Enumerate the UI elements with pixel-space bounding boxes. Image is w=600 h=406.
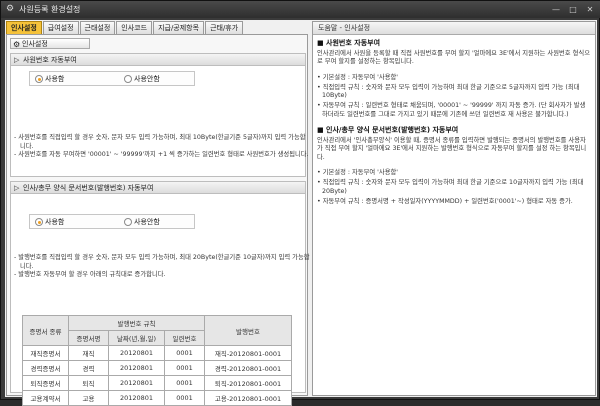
group-notes: - 사원번호를 직접입력 할 경우 숫자, 문자 모두 입력 가능하며, 최대 … bbox=[14, 134, 310, 160]
minimize-button[interactable]: — bbox=[549, 4, 563, 15]
cell-date: 20120801 bbox=[108, 375, 165, 391]
header-rule: 발행번호 규칙 bbox=[68, 315, 205, 331]
tab-hr-codes[interactable]: 인사코드 bbox=[116, 21, 153, 34]
radio-selected-icon[interactable] bbox=[35, 75, 43, 83]
cell-serial: 0001 bbox=[164, 390, 205, 406]
radio-no-use[interactable]: 사용안함 bbox=[124, 218, 160, 226]
cell-number: 경력-20120801-0001 bbox=[204, 360, 292, 376]
radio-label: 사용함 bbox=[45, 218, 65, 226]
radio-group: 사용함 사용안함 bbox=[29, 214, 195, 229]
help-content: ■ 사원번호 자동부여 인사관리에서 사원을 등록할 때 직접 사원번호를 부여… bbox=[317, 39, 591, 208]
help-bullet: • 자동부여 규칙 : 증명서명 + 작성일자(YYYYMMDD) + 일련번호… bbox=[317, 197, 573, 205]
note-line: - 발행번호를 직접입력 할 경우 숫자, 문자 모두 입력 가능하며, 최대 … bbox=[14, 254, 310, 270]
note-line: - 사원번호를 자동 부여하면 '00001' ~ '99999'까지 +1 씩… bbox=[14, 151, 309, 159]
tab-attendance-leave[interactable]: 근태/휴가 bbox=[205, 21, 244, 34]
help-section-title: ■ 사원번호 자동부여 bbox=[317, 39, 381, 47]
help-bullet: • 자동부여 규칙 : 일련번호 형태로 채움되며, '00001' ~ '99… bbox=[317, 102, 586, 118]
group-title: 인사/총무 양식 문서번호(발행번호) 자동부여 bbox=[23, 184, 154, 192]
table-row: 경력증명서 경력 20120801 0001 경력-20120801-0001 bbox=[22, 360, 292, 376]
cell-date: 20120801 bbox=[108, 360, 165, 376]
gear-icon: ⚙ bbox=[6, 4, 15, 14]
cell-number: 재직-20120801-0001 bbox=[204, 345, 292, 361]
document-number-rule-table: 증명서 종류 발행번호 규칙 발행번호 증명서명 날짜(년,월,일) 일련번호 … bbox=[22, 315, 292, 406]
note-line: - 발행번호 자동부여 할 경우 아래의 규칙대로 증가합니다. bbox=[14, 271, 166, 279]
tab-pay-deduction-items[interactable]: 지급/공제항목 bbox=[153, 21, 205, 34]
title-bar: ⚙ 사원등록 환경설정 — □ ✕ bbox=[1, 1, 600, 18]
header-kind: 증명서 종류 bbox=[22, 315, 69, 346]
tab-hr-settings[interactable]: 인사설정 bbox=[6, 21, 42, 34]
radio-use[interactable]: 사용함 bbox=[35, 218, 64, 226]
cell-short: 고용 bbox=[68, 390, 109, 406]
window-title: 사원등록 환경설정 bbox=[19, 5, 81, 14]
cell-short: 경력 bbox=[68, 360, 109, 376]
collapse-arrow-icon[interactable]: ▷ bbox=[14, 54, 19, 66]
radio-group: 사용함 사용안함 bbox=[29, 71, 195, 86]
employee-number-group: ▷ 사원번호 자동부여 사용함 사용안함 - 사원번호를 직접입력 할 경우 숫… bbox=[10, 53, 309, 177]
tab-bar: 인사설정 급여설정 근태설정 인사코드 지급/공제항목 근태/휴가 bbox=[6, 21, 244, 34]
radio-unselected-icon[interactable] bbox=[124, 218, 132, 226]
radio-selected-icon[interactable] bbox=[35, 218, 43, 226]
cell-short: 퇴직 bbox=[68, 375, 109, 391]
radio-no-use[interactable]: 사용안함 bbox=[124, 75, 160, 83]
cell-kind: 경력증명서 bbox=[22, 360, 69, 376]
tab-attendance-settings[interactable]: 근태설정 bbox=[79, 21, 116, 34]
help-paragraph: 인사관리에서 '인사총무양식' 이용할 때, 증명서 종류를 입력하면 발행되는… bbox=[317, 137, 587, 161]
radio-label: 사용안함 bbox=[134, 75, 160, 83]
section-header: ⚙ 인사설정 bbox=[10, 38, 90, 49]
collapse-arrow-icon[interactable]: ▷ bbox=[14, 182, 19, 194]
radio-use[interactable]: 사용함 bbox=[35, 75, 64, 83]
window-controls: — □ ✕ bbox=[549, 4, 597, 15]
tab-payroll-settings[interactable]: 급여설정 bbox=[42, 21, 79, 34]
table-row: 고용계약서 고용 20120801 0001 고용-20120801-0001 bbox=[22, 390, 292, 406]
cell-number: 고용-20120801-0001 bbox=[204, 390, 292, 406]
group-header[interactable]: ▷ 사원번호 자동부여 bbox=[11, 54, 305, 66]
cell-date: 20120801 bbox=[108, 345, 165, 361]
group-header[interactable]: ▷ 인사/총무 양식 문서번호(발행번호) 자동부여 bbox=[11, 182, 305, 194]
cell-date: 20120801 bbox=[108, 390, 165, 406]
help-bullet: • 기본설정 : 자동부여 '사용함' bbox=[317, 73, 399, 81]
table-row: 퇴직증명서 퇴직 20120801 0001 퇴직-20120801-0001 bbox=[22, 375, 292, 391]
header-serial: 일련번호 bbox=[164, 330, 205, 346]
section-title: 인사설정 bbox=[22, 40, 48, 48]
help-section-title: ■ 인사/총무 양식 문서번호(발행번호) 자동부여 bbox=[317, 126, 459, 135]
radio-label: 사용함 bbox=[45, 75, 65, 83]
window-body: 인사설정 급여설정 근태설정 인사코드 지급/공제항목 근태/휴가 ⚙ 인사설정… bbox=[5, 20, 597, 406]
cell-number: 퇴직-20120801-0001 bbox=[204, 375, 292, 391]
header-number: 발행번호 bbox=[204, 315, 292, 346]
help-bullet: • 직접입력 규칙 : 숫자와 문자 모두 입력이 가능하며 최대 한글 기준으… bbox=[317, 179, 584, 195]
help-bullet: • 직접입력 규칙 : 숫자와 문자 모두 입력이 가능하며 최대 한글 기준으… bbox=[317, 83, 580, 100]
group-title: 사원번호 자동부여 bbox=[23, 56, 77, 64]
settings-window: ⚙ 사원등록 환경설정 — □ ✕ 인사설정 급여설정 근태설정 인사코드 지급… bbox=[0, 0, 600, 406]
help-panel[interactable]: 도움말 - 인사설정 ■ 사원번호 자동부여 인사관리에서 사원을 등록할 때 … bbox=[312, 21, 596, 396]
help-bullet: • 기본설정 : 자동부여 '사용함' bbox=[317, 168, 399, 176]
table-row: 재직증명서 재직 20120801 0001 재직-20120801-0001 bbox=[22, 345, 292, 361]
cell-kind: 고용계약서 bbox=[22, 390, 69, 406]
group-notes: - 발행번호를 직접입력 할 경우 숫자, 문자 모두 입력 가능하며, 최대 … bbox=[14, 254, 310, 280]
gear-icon: ⚙ bbox=[13, 40, 21, 49]
radio-unselected-icon[interactable] bbox=[124, 75, 132, 83]
header-date: 날짜(년,월,일) bbox=[108, 330, 165, 346]
header-short: 증명서명 bbox=[68, 330, 109, 346]
radio-label: 사용안함 bbox=[134, 218, 160, 226]
close-button[interactable]: ✕ bbox=[583, 4, 597, 15]
cell-short: 재직 bbox=[68, 345, 109, 361]
help-header: 도움말 - 인사설정 bbox=[313, 22, 595, 35]
cell-serial: 0001 bbox=[164, 360, 205, 376]
settings-panel: ⚙ 인사설정 ▷ 사원번호 자동부여 사용함 사용안함 - 사원번호를 직접입력… bbox=[6, 34, 310, 406]
help-paragraph: 인사관리에서 사원을 등록할 때 직접 사원번호를 부여 할지 '얼마에요 3E… bbox=[317, 50, 590, 66]
cell-serial: 0001 bbox=[164, 375, 205, 391]
cell-kind: 퇴직증명서 bbox=[22, 375, 69, 391]
maximize-button[interactable]: □ bbox=[566, 4, 580, 15]
cell-serial: 0001 bbox=[164, 345, 205, 361]
note-line: - 사원번호를 직접입력 할 경우 숫자, 문자 모두 입력 가능하며, 최대 … bbox=[14, 134, 306, 150]
cell-kind: 재직증명서 bbox=[22, 345, 69, 361]
